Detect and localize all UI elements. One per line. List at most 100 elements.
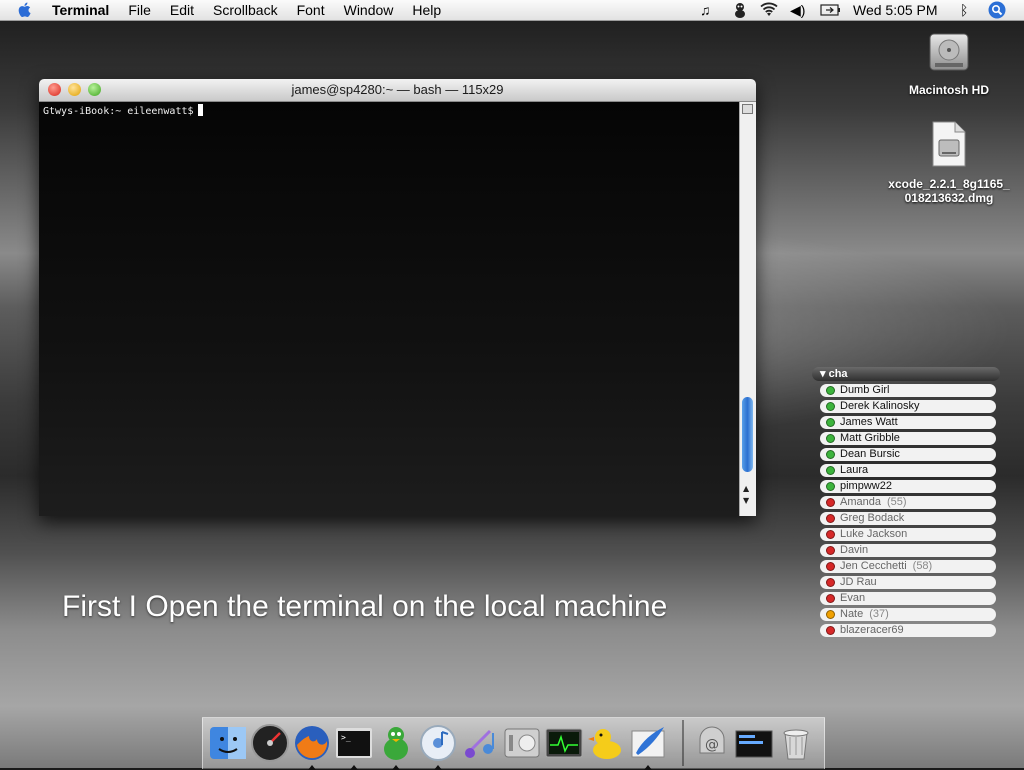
scroll-down-arrow-icon[interactable]: ▼ <box>743 496 749 505</box>
cyberduck-icon[interactable] <box>586 723 626 763</box>
buddy-idle-time: (55) <box>886 496 907 508</box>
buddy-list-item[interactable]: Derek Kalinosky <box>820 400 996 413</box>
menu-file[interactable]: File <box>128 1 151 19</box>
terminal-prompt-line: Gtwys-iBook:~ eileenwatt$ <box>43 104 203 117</box>
dmg-file-icon <box>932 121 966 167</box>
desktop-icon-label-line-1: xcode_2.2.1_8g1165_ <box>888 177 1010 191</box>
itunes-alt-icon[interactable] <box>460 723 500 763</box>
apple-icon[interactable] <box>17 1 33 19</box>
menu-scrollback[interactable]: Scrollback <box>213 1 278 19</box>
scroll-up-arrow-icon[interactable]: ▲ <box>743 484 749 493</box>
buddy-list-item[interactable]: Amanda (55) <box>820 496 996 509</box>
buddy-name: Greg Bodack <box>840 512 905 524</box>
buddy-name: Dumb Girl <box>840 384 890 396</box>
mail-feather-icon[interactable] <box>628 723 668 763</box>
terminal-cursor <box>197 104 203 116</box>
buddy-name: Amanda <box>840 496 881 508</box>
buddy-idle-time: (37) <box>869 608 889 620</box>
buddy-idle-time: (58) <box>912 560 933 572</box>
terminal-window[interactable]: james@sp4280:~ — bash — 115x29 Gtwys-iBo… <box>39 79 756 516</box>
adium-duck-icon[interactable] <box>732 2 748 18</box>
buddy-list-item[interactable]: Laura <box>820 464 996 477</box>
status-dot-icon <box>826 594 835 603</box>
firefox-icon[interactable] <box>292 723 332 763</box>
buddy-list-item[interactable]: James Watt <box>820 416 996 429</box>
status-dot-icon <box>826 386 835 395</box>
buddy-list-item[interactable]: blazeracer69 <box>820 624 996 637</box>
hard-drive-icon <box>929 33 969 71</box>
activity-monitor-icon[interactable] <box>544 723 584 763</box>
svg-text:>_: >_ <box>341 733 351 742</box>
trash-icon[interactable] <box>776 723 816 763</box>
buddy-name: Laura <box>840 464 869 476</box>
buddy-list: ▾ cha Dumb Girl Derek Kalinosky James Watt… <box>812 367 1000 640</box>
itunes-icon[interactable] <box>418 723 458 763</box>
wifi-icon[interactable] <box>760 2 778 18</box>
music-note-icon[interactable]: ♫ <box>700 1 711 19</box>
menu-help[interactable]: Help <box>412 1 441 19</box>
desktop-icon-xcode-dmg[interactable]: xcode_2.2.1_8g1165_ 018213632.dmg <box>879 120 1019 205</box>
system-preferences-icon[interactable] <box>502 723 542 763</box>
buddy-name: Dean Bursic <box>840 448 900 460</box>
menu-app-name[interactable]: Terminal <box>52 1 109 19</box>
buddy-list-item[interactable]: Greg Bodack <box>820 512 996 525</box>
finder-icon[interactable] <box>208 723 248 763</box>
buddy-list-item[interactable]: pimpww22 <box>820 480 996 493</box>
buddy-list-item[interactable]: JD Rau <box>820 576 996 589</box>
desktop-icon-label-line-2: 018213632.dmg <box>904 191 994 205</box>
buddy-group-header[interactable]: ▾ cha <box>812 367 1000 381</box>
terminal-icon[interactable]: >_ <box>334 723 374 763</box>
menu-edit[interactable]: Edit <box>170 1 194 19</box>
buddy-list-item[interactable]: Luke Jackson <box>820 528 996 541</box>
terminal-title: james@sp4280:~ — bash — 115x29 <box>291 82 504 97</box>
status-dot-icon <box>826 578 835 587</box>
buddy-name: Derek Kalinosky <box>840 400 920 412</box>
status-dot-icon <box>826 466 835 475</box>
bluetooth-icon[interactable]: ᛒ <box>960 1 968 19</box>
battery-icon[interactable] <box>820 4 842 16</box>
buddy-list-item[interactable]: Nate (37) <box>820 608 996 621</box>
volume-icon[interactable]: ◀) <box>790 1 805 19</box>
buddy-name: pimpww22 <box>840 480 892 492</box>
buddy-name: Evan <box>840 592 866 604</box>
buddy-name: JD Rau <box>840 576 877 588</box>
adium-icon[interactable] <box>376 723 416 763</box>
terminal-title-bar[interactable]: james@sp4280:~ — bash — 115x29 <box>39 79 756 102</box>
close-button[interactable] <box>48 83 61 96</box>
desktop-icon-label: Macintosh HD <box>908 83 989 97</box>
buddy-list-item[interactable]: Evan <box>820 592 996 605</box>
buddy-name: Davin <box>840 544 869 556</box>
status-dot-icon <box>826 530 835 539</box>
buddy-list-item[interactable]: Dumb Girl <box>820 384 996 397</box>
menu-clock[interactable]: Wed 5:05 PM <box>853 1 938 19</box>
svg-text:@: @ <box>705 737 719 753</box>
status-dot-icon <box>826 418 835 427</box>
buddy-name: blazeracer69 <box>840 624 904 636</box>
dashboard-icon[interactable] <box>250 723 290 763</box>
terminal-content[interactable]: Gtwys-iBook:~ eileenwatt$ <box>39 102 739 516</box>
desktop-icon-macintosh-hd[interactable]: Macintosh HD <box>879 30 1019 97</box>
buddy-name: Jen Cecchetti <box>840 560 907 572</box>
zoom-button[interactable] <box>88 83 101 96</box>
status-dot-icon <box>826 562 835 571</box>
menu-font[interactable]: Font <box>297 1 325 19</box>
terminal-scrollbar[interactable]: ▲ ▼ <box>739 102 756 516</box>
buddy-list-item[interactable]: Matt Gribble <box>820 432 996 445</box>
slide-caption: First I Open the terminal on the local m… <box>62 590 668 623</box>
buddy-list-item[interactable]: Jen Cecchetti (58) <box>820 560 996 573</box>
scroll-thumb[interactable] <box>742 397 753 472</box>
exposé-window-icon[interactable] <box>734 723 774 763</box>
spotlight-icon[interactable] <box>988 1 1006 19</box>
minimize-button[interactable] <box>68 83 81 96</box>
buddy-list-item[interactable]: Davin <box>820 544 996 557</box>
mail-stack-icon[interactable]: @ <box>692 723 732 763</box>
status-dot-icon <box>826 498 835 507</box>
status-dot-icon <box>826 434 835 443</box>
status-dot-icon <box>826 626 835 635</box>
buddy-list-items: Dumb Girl Derek Kalinosky James Watt Matt G… <box>820 384 1000 637</box>
buddy-list-item[interactable]: Dean Bursic <box>820 448 996 461</box>
buddy-name: Nate <box>840 608 864 620</box>
menu-window[interactable]: Window <box>344 1 394 19</box>
split-pane-icon[interactable] <box>742 104 753 114</box>
dock-separator <box>682 720 684 766</box>
